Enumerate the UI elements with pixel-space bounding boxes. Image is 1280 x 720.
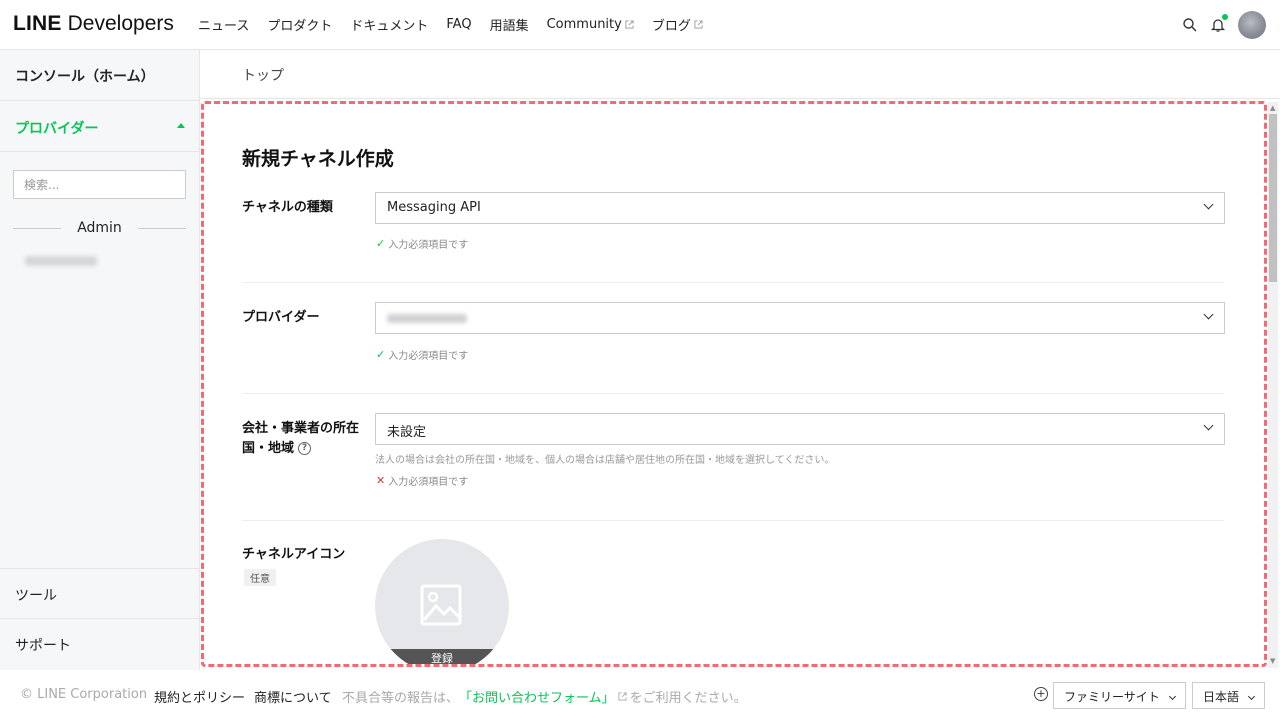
plus-circle-icon: +	[1034, 687, 1048, 701]
logo-developers: Developers	[67, 12, 174, 35]
footer-report-text: 不具合等の報告は、 「お問い合わせフォーム」 をご利用ください。	[342, 687, 747, 706]
main-nav: ニュース プロダクト ドキュメント FAQ 用語集 Community ブログ	[198, 15, 721, 34]
notification-dot	[1222, 14, 1228, 20]
nav-news[interactable]: ニュース	[198, 15, 249, 34]
top-header: LINE Developers ニュース プロダクト ドキュメント FAQ 用語集…	[0, 0, 1280, 50]
external-link-icon	[694, 20, 703, 29]
logo-line: LINE	[13, 12, 62, 35]
chevron-down-icon	[1247, 692, 1256, 701]
external-link-icon	[618, 692, 627, 701]
scroll-up-icon[interactable]: ▲	[1270, 104, 1275, 112]
footer: © LINE Corporation 規約とポリシー 商標について 不具合等の報…	[0, 670, 1280, 720]
external-link-icon	[625, 20, 634, 29]
language-select[interactable]: 日本語	[1192, 682, 1266, 709]
sidebar-item-providers[interactable]: プロバイダー	[0, 101, 199, 152]
contact-form-link[interactable]: 「お問い合わせフォーム」	[459, 687, 615, 706]
nav-community[interactable]: Community	[547, 15, 634, 34]
nav-blog[interactable]: ブログ	[652, 15, 703, 34]
nav-glossary[interactable]: 用語集	[490, 15, 529, 34]
scroll-down-icon[interactable]: ▼	[1270, 657, 1275, 665]
highlight-frame	[201, 101, 1267, 667]
nav-docs[interactable]: ドキュメント	[350, 15, 428, 34]
chevron-down-icon	[1168, 692, 1176, 701]
sidebar-item-console-home[interactable]: コンソール（ホーム）	[0, 50, 199, 101]
breadcrumb-top[interactable]: トップ	[242, 65, 284, 85]
sidebar-item-tools[interactable]: ツール	[0, 568, 199, 619]
caret-up-icon	[177, 123, 185, 128]
search-icon[interactable]	[1182, 17, 1198, 33]
nav-products[interactable]: プロダクト	[267, 15, 332, 34]
user-avatar[interactable]	[1238, 11, 1266, 39]
footer-terms-link[interactable]: 規約とポリシー	[154, 687, 245, 706]
provider-search-input[interactable]	[13, 170, 186, 199]
sidebar-providers-label: プロバイダー	[15, 121, 99, 137]
divider	[200, 98, 1280, 99]
nav-faq[interactable]: FAQ	[446, 15, 471, 34]
sidebar-item-support[interactable]: サポート	[0, 619, 199, 670]
sidebar: コンソール（ホーム） プロバイダー Admin ツール サポート	[0, 50, 200, 670]
family-sites-select[interactable]: ファミリーサイト	[1053, 682, 1186, 709]
line-developers-logo[interactable]: LINE Developers	[13, 12, 174, 36]
scrollbar-thumb[interactable]	[1269, 114, 1277, 282]
footer-copyright: © LINE Corporation	[20, 687, 148, 702]
provider-list-item-redacted[interactable]	[25, 256, 97, 266]
notification-bell-icon[interactable]	[1210, 14, 1228, 33]
header-actions	[1182, 11, 1266, 39]
footer-trademark-link[interactable]: 商標について	[254, 687, 332, 706]
admin-section-header: Admin	[13, 220, 186, 236]
